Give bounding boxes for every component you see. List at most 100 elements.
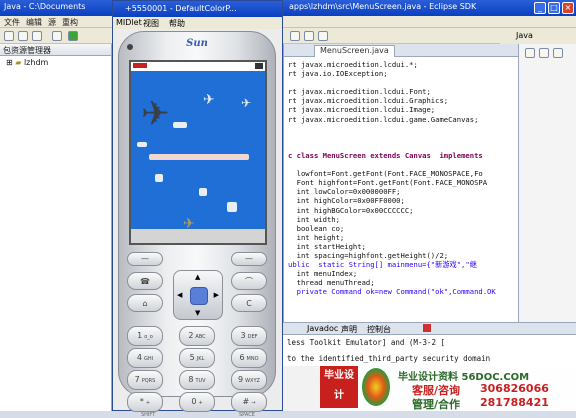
close-button[interactable]: × xyxy=(562,2,574,14)
clear-button[interactable]: C xyxy=(231,294,267,312)
code-line[interactable]: int startHeight; xyxy=(288,242,496,251)
eclipse-toolbar xyxy=(0,28,576,44)
key-6[interactable]: 6 MNO xyxy=(231,348,267,368)
cloud xyxy=(173,122,187,128)
print-icon[interactable] xyxy=(32,31,42,41)
code-line[interactable]: int spacing=highfont.getHeight()/2; xyxy=(288,251,496,260)
key-5[interactable]: 5 JKL xyxy=(179,348,215,368)
menu-edit[interactable]: 编辑 xyxy=(26,17,42,28)
code-text[interactable]: rt javax.microedition.lcdui.*; rt java.io… xyxy=(288,60,496,296)
dpad[interactable]: ▲ ▼ ◀ ▶ xyxy=(173,270,223,320)
code-line[interactable] xyxy=(288,124,496,133)
outline-pane xyxy=(518,44,576,322)
dpad-right-icon[interactable]: ▶ xyxy=(214,291,219,299)
code-line[interactable] xyxy=(288,133,496,142)
maximize-button[interactable]: □ xyxy=(548,2,560,14)
console-line: to the identified_third_party security d… xyxy=(287,354,491,363)
cloud xyxy=(137,142,147,147)
eclipse-title-right: apps\lzhdm\src\MenuScreen.java - Eclipse… xyxy=(289,2,477,11)
code-line[interactable]: int height; xyxy=(288,233,496,242)
ad-phone-1: 306826066 xyxy=(480,382,549,395)
home-button[interactable]: ⌂ xyxy=(127,294,163,312)
minimize-button[interactable]: _ xyxy=(534,2,546,14)
tab-declaration[interactable]: 声明 xyxy=(341,324,357,335)
menu-file[interactable]: 文件 xyxy=(4,17,20,28)
code-line[interactable]: rt javax.microedition.lcdui.Image; xyxy=(288,105,496,114)
code-line[interactable]: boolean co; xyxy=(288,224,496,233)
dpad-select-button[interactable] xyxy=(190,287,208,305)
tab-menuscreen[interactable]: MenuScreen.java xyxy=(314,45,395,57)
code-line[interactable] xyxy=(288,160,496,169)
terminate-icon[interactable] xyxy=(423,324,431,332)
code-line[interactable]: rt javax.microedition.lcdui.*; xyxy=(288,60,496,69)
code-line[interactable]: int highColor=0x00FF0000; xyxy=(288,196,496,205)
left-softkey-button[interactable]: — xyxy=(127,252,163,266)
code-line[interactable]: private Command ok=new Command("ok",Comm… xyxy=(288,287,496,296)
code-line[interactable]: thread menuThread; xyxy=(288,278,496,287)
menu-help[interactable]: 帮助 xyxy=(169,18,185,29)
end-call-button[interactable]: ⌒ xyxy=(231,272,267,290)
key-1[interactable]: 1 o_o xyxy=(127,326,163,346)
ad-brand-logo: 毕业设计 xyxy=(320,366,358,408)
dpad-down-icon[interactable]: ▼ xyxy=(195,309,200,317)
game-screen[interactable]: ✈ ✈ ✈ ✈ xyxy=(129,60,267,245)
code-line[interactable]: rt javax.microedition.lcdui.game.GameCan… xyxy=(288,115,496,124)
right-softkey-button[interactable]: — xyxy=(231,252,267,266)
key-sublabel: + xyxy=(198,400,203,406)
filter-icon[interactable] xyxy=(539,48,549,58)
open-type-icon[interactable] xyxy=(304,31,314,41)
dpad-up-icon[interactable]: ▲ xyxy=(195,273,200,281)
key-3[interactable]: 3 DEF xyxy=(231,326,267,346)
key-0[interactable]: 0 + xyxy=(179,392,215,412)
enemy-plane-icon: ✈ xyxy=(241,96,252,110)
menu-refactor[interactable]: 重构 xyxy=(62,17,78,28)
key-4[interactable]: 4 GHI xyxy=(127,348,163,368)
run-icon[interactable] xyxy=(68,31,78,41)
code-line[interactable]: Font highfont=Font.getFont(Font.FACE_MON… xyxy=(288,178,496,187)
key-sublabel: → xyxy=(251,400,256,406)
ad-flower-logo xyxy=(362,368,390,406)
code-line[interactable]: lowfont=Font.getFont(Font.FACE_MONOSPACE… xyxy=(288,169,496,178)
collapse-icon[interactable] xyxy=(553,48,563,58)
key-hash[interactable]: # → xyxy=(231,392,267,412)
key-9[interactable]: 9 WXYZ xyxy=(231,370,267,390)
code-line[interactable] xyxy=(288,78,496,87)
screen-status-bar xyxy=(131,62,265,71)
key-8[interactable]: 8 TUV xyxy=(179,370,215,390)
code-line[interactable]: rt java.io.IOException; xyxy=(288,69,496,78)
tab-console[interactable]: 控制台 xyxy=(367,324,391,335)
new-icon[interactable] xyxy=(4,31,14,41)
key-2[interactable]: 2 ABC xyxy=(179,326,215,346)
code-line[interactable]: int menuIndex; xyxy=(288,269,496,278)
menu-midlet[interactable]: MIDlet xyxy=(116,18,142,27)
code-line[interactable]: int width; xyxy=(288,215,496,224)
enemy-plane-icon: ✈ xyxy=(203,92,215,108)
menu-view[interactable]: 视图 xyxy=(143,18,159,29)
key-7[interactable]: 7 PQRS xyxy=(127,370,163,390)
code-line[interactable]: c class MenuScreen extends Canvas implem… xyxy=(288,151,496,160)
perspective-java[interactable]: Java xyxy=(516,31,533,40)
save-icon[interactable] xyxy=(18,31,28,41)
perspective-switcher[interactable]: Java xyxy=(500,28,576,44)
package-explorer-title: 包资源管理器 xyxy=(0,44,111,56)
project-tree-item[interactable]: ⊞ ▰ lzhdm xyxy=(6,58,48,67)
code-line[interactable] xyxy=(288,142,496,151)
expand-icon[interactable]: ⊞ xyxy=(6,58,15,67)
code-line[interactable]: int lowColor=0x000000FF; xyxy=(288,187,496,196)
outline-icon[interactable] xyxy=(525,48,535,58)
menu-source[interactable]: 源 xyxy=(48,17,56,28)
tab-javadoc[interactable]: Javadoc xyxy=(307,324,338,333)
search-icon[interactable] xyxy=(290,31,300,41)
console-line: less Toolkit Emulator] and (M-3-2 [ xyxy=(287,338,446,347)
code-line[interactable]: int highBGColor=0x00CCCCCC; xyxy=(288,206,496,215)
code-line[interactable]: ublic static String[] mainmenu={"新游戏","继 xyxy=(288,260,496,269)
call-button[interactable]: ☎ xyxy=(127,272,163,290)
debug-icon[interactable] xyxy=(52,31,62,41)
cloud xyxy=(155,174,163,182)
code-line[interactable]: rt javax.microedition.lcdui.Graphics; xyxy=(288,96,496,105)
key-star[interactable]: * + xyxy=(127,392,163,412)
back-icon[interactable] xyxy=(318,31,328,41)
code-line[interactable]: rt javax.microedition.lcdui.Font; xyxy=(288,87,496,96)
dpad-left-icon[interactable]: ◀ xyxy=(177,291,182,299)
end-call-icon: ⌒ xyxy=(245,277,253,286)
